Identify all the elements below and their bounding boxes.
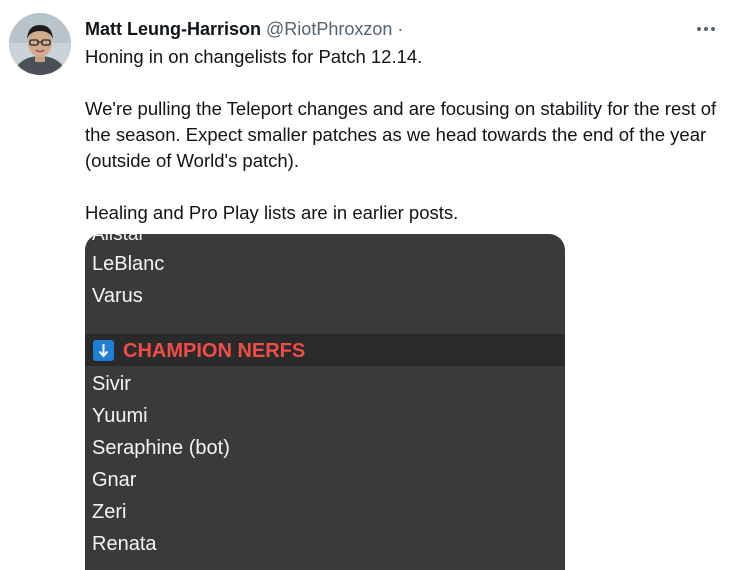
section-header-champion-nerfs: CHAMPION NERFS bbox=[85, 334, 565, 366]
list-item: Renata bbox=[92, 533, 157, 555]
avatar[interactable] bbox=[9, 13, 71, 75]
tweet-header: Matt Leung-Harrison @RiotPhroxzon · bbox=[85, 18, 403, 40]
section-title: CHAMPION NERFS bbox=[123, 340, 306, 362]
list-item: Seraphine (bot) bbox=[92, 437, 230, 459]
tweet-paragraph: We're pulling the Teleport changes and a… bbox=[85, 98, 717, 171]
author-name[interactable]: Matt Leung-Harrison bbox=[85, 19, 261, 39]
list-item: Sivir bbox=[92, 373, 131, 395]
tweet-paragraph: Healing and Pro Play lists are in earlie… bbox=[85, 202, 459, 223]
list-item: LeBlanc bbox=[92, 253, 165, 275]
down-arrow-icon bbox=[93, 340, 114, 361]
list-item: Zeri bbox=[92, 501, 127, 523]
list-item: Alistar bbox=[92, 234, 145, 245]
list-item: Varus bbox=[92, 285, 143, 307]
tweet-paragraph: Honing in on changelists for Patch 12.14… bbox=[85, 46, 423, 67]
list-item: Gnar bbox=[92, 469, 137, 491]
avatar-image bbox=[9, 13, 71, 75]
header-separator: · bbox=[397, 19, 404, 39]
author-handle[interactable]: @RiotPhroxzon bbox=[266, 19, 392, 39]
tweet-text: Honing in on changelists for Patch 12.14… bbox=[85, 44, 725, 226]
tweet-image[interactable]: Alistar LeBlanc Varus CHAMPION NERFS Siv… bbox=[85, 234, 565, 570]
more-horizontal-icon[interactable] bbox=[694, 22, 718, 36]
tweet-card: Matt Leung-Harrison @RiotPhroxzon · Honi… bbox=[0, 0, 730, 570]
list-item: Yuumi bbox=[92, 405, 148, 427]
